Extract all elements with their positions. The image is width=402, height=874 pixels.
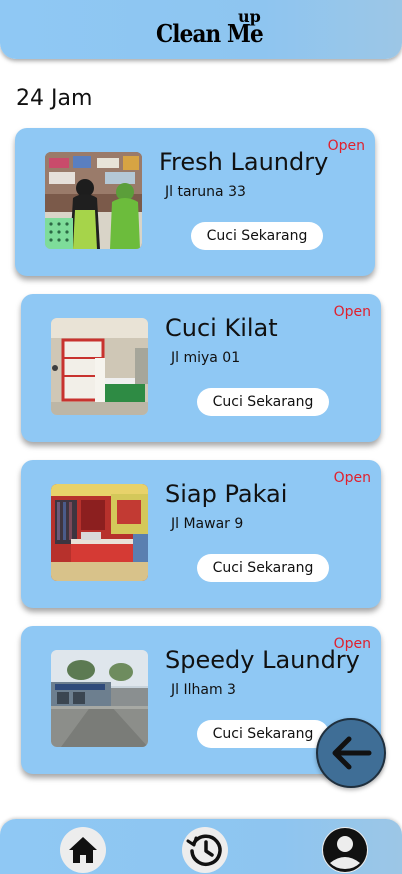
back-button[interactable] [316,718,386,788]
section-title: 24 Jam [16,86,93,111]
home-icon [69,837,97,863]
wash-now-button[interactable]: Cuci Sekarang [197,554,329,582]
laundry-address: Jl Ilham 3 [171,682,236,698]
laundry-address: Jl miya 01 [171,350,241,366]
laundry-card[interactable]: Siap Pakai Jl Mawar 9 Open Cuci Sekarang [21,460,381,608]
logo-superscript: up [238,7,261,26]
history-icon [186,834,222,866]
app-logo: Clean Me up [156,7,266,57]
laundry-address: Jl taruna 33 [165,184,246,200]
nav-history-button[interactable] [182,827,228,873]
status-badge: Open [333,636,371,652]
status-badge: Open [333,470,371,486]
laundry-photo [51,484,148,581]
status-badge: Open [333,304,371,320]
laundry-card[interactable]: Fresh Laundry Jl taruna 33 Open Cuci Sek… [15,128,375,276]
laundry-address: Jl Mawar 9 [171,516,244,532]
laundry-card[interactable]: Cuci Kilat Jl miya 01 Open Cuci Sekarang [21,294,381,442]
wash-now-button[interactable]: Cuci Sekarang [191,222,323,250]
laundry-name: Speedy Laundry [165,646,360,674]
laundry-photo [51,650,148,747]
nav-profile-button[interactable] [322,827,368,873]
app-header: Clean Me up [0,0,402,59]
nav-home-button[interactable] [60,827,106,873]
profile-icon [323,828,367,872]
laundry-photo [45,152,142,249]
laundry-name: Fresh Laundry [159,148,329,176]
laundry-name: Siap Pakai [165,480,288,508]
laundry-photo [51,318,148,415]
wash-now-button[interactable]: Cuci Sekarang [197,720,329,748]
wash-now-button[interactable]: Cuci Sekarang [197,388,329,416]
screen: Clean Me up 24 Jam Fresh Laundry Jl taru… [0,0,402,874]
arrow-left-icon [332,736,372,770]
laundry-name: Cuci Kilat [165,314,278,342]
bottom-nav [0,819,402,874]
status-badge: Open [327,138,365,154]
